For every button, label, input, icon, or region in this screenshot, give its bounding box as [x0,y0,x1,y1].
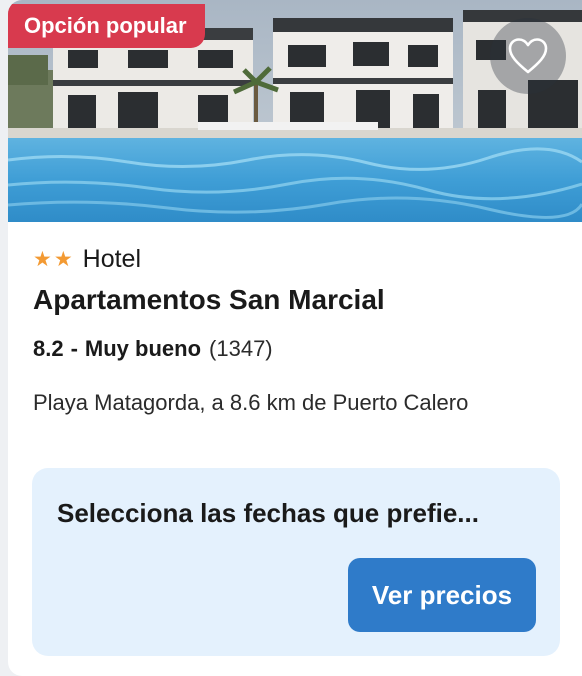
rating-score: 8.2 [33,336,64,361]
review-rating: 8.2 - Muy bueno (1347) [33,336,563,362]
rating-separator: - [70,336,78,361]
star-icon: ★ [53,246,73,271]
pricing-panel: Selecciona las fechas que prefie... Ver … [32,468,560,656]
favorite-button[interactable] [490,18,566,94]
review-count: (1347) [209,336,273,361]
star-icon: ★ [33,246,52,271]
hotel-name[interactable]: Apartamentos San Marcial [33,282,563,318]
rating-label: Muy bueno [84,336,202,361]
star-rating: ★ ★ [33,246,73,271]
hotel-type-row: ★ ★ Hotel [33,242,563,276]
hotel-type: Hotel [82,244,142,273]
hotel-card[interactable]: Opción popular ★ ★ Hotel Apartamentos San… [8,0,582,676]
popular-badge: Opción popular [8,4,205,48]
hotel-location: Playa Matagorda, a 8.6 km de Puerto Cale… [33,390,469,415]
select-dates-prompt: Selecciona las fechas que prefie... [57,498,479,528]
hotel-info: ★ ★ Hotel Apartamentos San Marcial 8.2 - … [33,242,563,416]
view-prices-button[interactable]: Ver precios [348,558,536,632]
heart-outline-icon [508,38,548,74]
